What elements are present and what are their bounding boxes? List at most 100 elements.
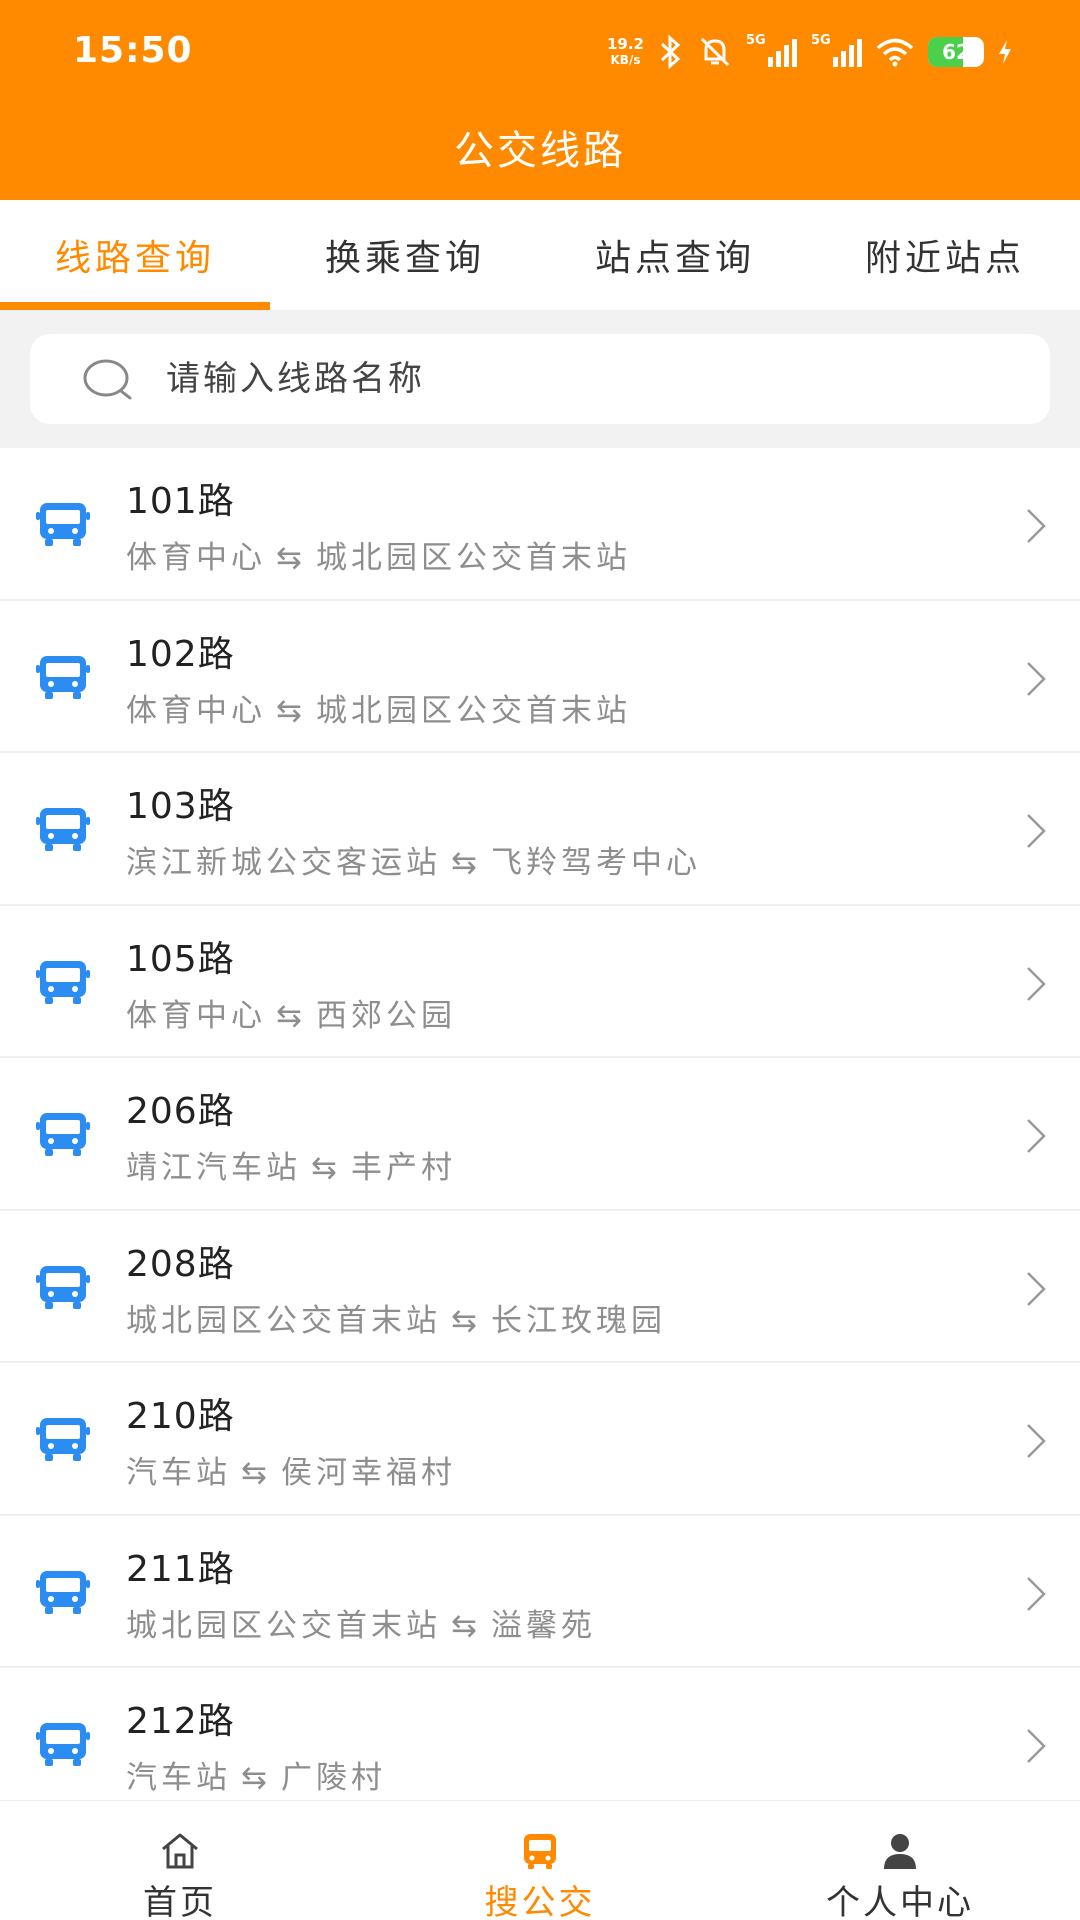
route-stops: 体育中心 ⇆ 城北园区公交首末站 <box>126 532 631 577</box>
tab-route-query[interactable]: 线路查询 <box>0 200 270 310</box>
tab-transfer-query[interactable]: 换乘查询 <box>270 200 540 310</box>
page-title: 公交线路 <box>454 128 626 174</box>
route-list-item[interactable]: 102路 体育中心 ⇆ 城北园区公交首末站 <box>0 600 1080 753</box>
chevron-right-icon <box>1027 1119 1046 1153</box>
route-terminus: 侯河幸福村 <box>280 1455 456 1491</box>
route-stops: 体育中心 ⇆ 西郊公园 <box>126 990 456 1035</box>
route-origin: 滨江新城公交客运站 <box>126 845 441 881</box>
route-name: 101路 <box>126 481 235 522</box>
signal-label: 5G <box>811 33 831 48</box>
tab-bar: 线路查询 换乘查询 站点查询 附近站点 <box>0 200 1080 310</box>
tab-stop-query[interactable]: 站点查询 <box>540 200 810 310</box>
bus-icon <box>36 503 90 546</box>
chevron-right-icon <box>1027 1576 1046 1611</box>
route-name: 210路 <box>126 1396 235 1437</box>
route-list-item[interactable]: 101路 体育中心 ⇆ 城北园区公交首末站 <box>0 448 1080 601</box>
bidirectional-arrow-icon: ⇆ <box>451 1302 481 1339</box>
bidirectional-arrow-icon: ⇆ <box>276 692 306 729</box>
signal-label: 5G <box>746 33 766 48</box>
signal-5g-icon: 5G <box>811 33 862 67</box>
route-terminus: 西郊公园 <box>315 997 456 1034</box>
route-stops: 靖江汽车站 ⇆ 丰产村 <box>126 1142 456 1187</box>
bus-icon <box>524 1834 556 1869</box>
bus-icon <box>36 960 90 1004</box>
route-name: 103路 <box>126 786 235 827</box>
home-icon <box>162 1833 198 1869</box>
bus-icon <box>36 808 90 851</box>
bidirectional-arrow-icon: ⇆ <box>276 997 306 1034</box>
route-origin: 城北园区公交首末站 <box>126 1302 441 1339</box>
nav-search-bus-label: 搜公交 <box>484 1883 596 1920</box>
route-list-item[interactable]: 206路 靖江汽车站 ⇆ 丰产村 <box>0 1058 1080 1211</box>
bluetooth-icon <box>660 35 681 69</box>
route-stops: 城北园区公交首末站 ⇆ 溢馨苑 <box>126 1600 596 1645</box>
bus-icon <box>36 655 90 699</box>
chevron-right-icon <box>1027 661 1046 696</box>
route-origin: 城北园区公交首末站 <box>126 1607 441 1644</box>
app-header: 15:50 19.2 KB/s 5G 5G 62 公交线路 <box>0 0 1080 200</box>
route-list-item[interactable]: 103路 滨江新城公交客运站 ⇆ 飞羚驾考中心 <box>0 753 1080 906</box>
bidirectional-arrow-icon: ⇆ <box>311 1150 341 1186</box>
network-speed: 19.2 KB/s <box>607 36 644 68</box>
route-name: 208路 <box>126 1243 235 1285</box>
route-origin: 汽车站 <box>126 1760 231 1796</box>
status-bar: 15:50 19.2 KB/s 5G 5G 62 <box>0 0 1080 100</box>
bus-icon <box>36 1570 90 1614</box>
chevron-right-icon <box>1027 1729 1046 1763</box>
chevron-right-icon <box>1027 1271 1046 1306</box>
nav-home[interactable]: 首页 <box>0 1801 360 1920</box>
nav-search-bus[interactable]: 搜公交 <box>360 1801 720 1920</box>
network-speed-value: 19.2 <box>606 35 644 53</box>
bottom-nav: 首页 搜公交 个人中心 <box>0 1800 1080 1920</box>
bus-icon <box>36 1418 90 1461</box>
route-list-item[interactable]: 212路 汽车站 ⇆ 广陵村 <box>0 1668 1080 1821</box>
bus-icon <box>36 1113 90 1156</box>
route-name: 206路 <box>126 1091 235 1132</box>
route-terminus: 城北园区公交首末站 <box>315 692 631 729</box>
bidirectional-arrow-icon: ⇆ <box>276 540 306 576</box>
nav-profile[interactable]: 个人中心 <box>720 1801 1080 1920</box>
chevron-right-icon <box>1027 814 1046 848</box>
nav-home-label: 首页 <box>143 1883 217 1920</box>
route-terminus: 溢馨苑 <box>490 1607 596 1644</box>
route-name: 102路 <box>126 633 235 675</box>
route-origin: 体育中心 <box>126 540 266 576</box>
person-icon <box>884 1834 916 1869</box>
status-icons: 19.2 KB/s 5G 5G 62 <box>607 30 1012 74</box>
status-time: 15:50 <box>73 30 193 71</box>
bidirectional-arrow-icon: ⇆ <box>451 845 481 881</box>
route-origin: 体育中心 <box>126 692 266 729</box>
route-list: 101路 体育中心 ⇆ 城北园区公交首末站 102路 体育中心 ⇆ 城北园区公交首末站 … <box>0 448 1080 1821</box>
route-list-item[interactable]: 105路 体育中心 ⇆ 西郊公园 <box>0 905 1080 1058</box>
chevron-right-icon <box>1027 509 1046 543</box>
battery-level: 62 <box>942 40 970 64</box>
wifi-icon <box>876 38 914 67</box>
tab-nearby-stops[interactable]: 附近站点 <box>810 200 1080 310</box>
bus-icon <box>36 1265 90 1309</box>
bus-icon <box>36 1723 90 1766</box>
route-list-item[interactable]: 211路 城北园区公交首末站 ⇆ 溢馨苑 <box>0 1515 1080 1668</box>
signal-5g-icon: 5G <box>746 33 797 67</box>
route-list-item[interactable]: 208路 城北园区公交首末站 ⇆ 长江玫瑰园 <box>0 1210 1080 1363</box>
route-stops: 滨江新城公交客运站 ⇆ 飞羚驾考中心 <box>126 837 701 882</box>
search-box[interactable] <box>30 334 1050 424</box>
battery-icon: 62 <box>928 37 984 67</box>
route-terminus: 广陵村 <box>280 1760 386 1796</box>
route-name: 212路 <box>126 1701 235 1742</box>
bidirectional-arrow-icon: ⇆ <box>451 1607 481 1644</box>
route-name: 211路 <box>126 1548 235 1590</box>
search-input[interactable] <box>166 334 966 424</box>
bidirectional-arrow-icon: ⇆ <box>241 1760 271 1796</box>
search-section <box>0 310 1080 448</box>
charging-icon <box>999 40 1011 64</box>
route-terminus: 城北园区公交首末站 <box>315 540 631 576</box>
route-name: 105路 <box>126 938 235 980</box>
chevron-right-icon <box>1027 1424 1046 1458</box>
route-terminus: 长江玫瑰园 <box>490 1302 666 1339</box>
route-list-item[interactable]: 210路 汽车站 ⇆ 侯河幸福村 <box>0 1363 1080 1516</box>
route-stops: 汽车站 ⇆ 侯河幸福村 <box>126 1447 456 1492</box>
network-speed-unit: KB/s <box>610 53 641 67</box>
bidirectional-arrow-icon: ⇆ <box>241 1455 271 1491</box>
route-origin: 汽车站 <box>126 1455 231 1491</box>
route-origin: 靖江汽车站 <box>126 1150 301 1186</box>
